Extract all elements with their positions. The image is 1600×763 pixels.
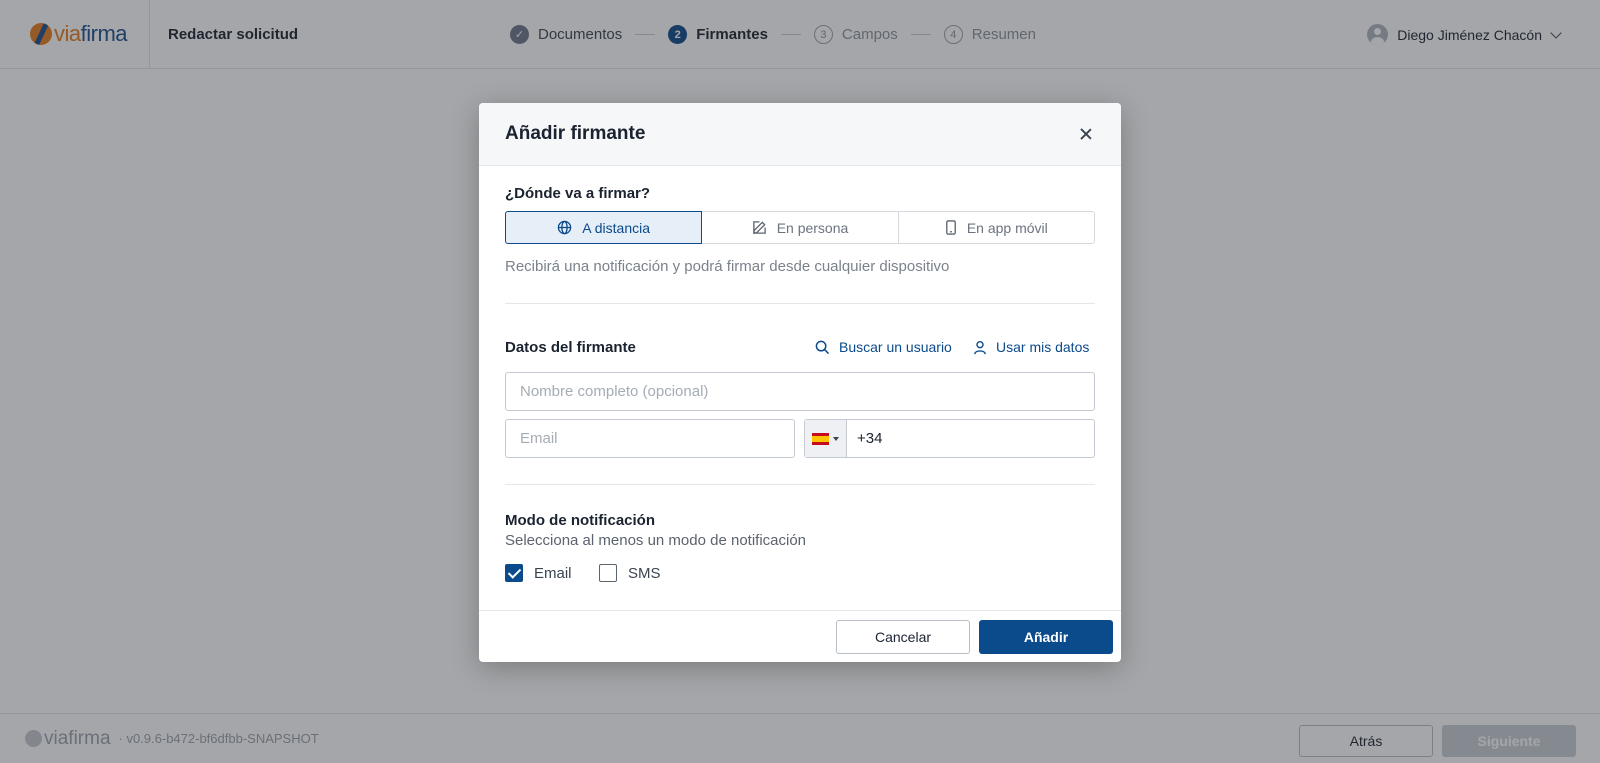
dialog-header: Añadir firmante <box>479 103 1121 166</box>
checkbox-checked-icon <box>505 564 523 582</box>
signing-location-label: ¿Dónde va a firmar? <box>505 185 651 202</box>
pencil-icon <box>752 221 766 234</box>
mobile-icon <box>945 220 956 235</box>
mode-mobile-app-option[interactable]: En app móvil <box>899 212 1094 243</box>
checkbox-label: SMS <box>628 564 661 582</box>
sms-notification-checkbox[interactable]: SMS <box>599 564 661 582</box>
user-icon <box>974 340 986 354</box>
mode-label: A distancia <box>582 219 651 236</box>
mode-label: En app móvil <box>966 219 1048 236</box>
notification-mode-label: Modo de notificación <box>505 512 655 529</box>
dialog-footer: Cancelar Añadir <box>479 610 1121 662</box>
signing-mode-selector: A distancia En persona En app móvil <box>505 211 1095 244</box>
mode-in-person-option[interactable]: En persona <box>702 212 899 243</box>
country-selector[interactable] <box>805 420 847 457</box>
notification-mode-hint: Selecciona al menos un modo de notificac… <box>505 532 807 549</box>
search-user-label: Buscar un usuario <box>839 339 952 355</box>
dialog-title: Añadir firmante <box>505 123 646 144</box>
caret-down-icon <box>833 436 839 441</box>
checkbox-unchecked-icon <box>599 564 617 582</box>
phone-input[interactable] <box>847 420 1094 457</box>
use-my-data-link[interactable]: Usar mis datos <box>973 339 1089 355</box>
add-button[interactable]: Añadir <box>979 620 1113 654</box>
section-divider <box>505 484 1095 485</box>
full-name-input[interactable] <box>505 372 1095 411</box>
search-icon <box>815 340 830 354</box>
spain-flag-icon <box>812 432 829 445</box>
mode-label: En persona <box>776 219 849 236</box>
close-icon[interactable] <box>1077 125 1095 143</box>
cancel-button[interactable]: Cancelar <box>836 620 970 654</box>
mode-remote-option[interactable]: A distancia <box>505 211 703 244</box>
add-signer-dialog: Añadir firmante ¿Dónde va a firmar? A di… <box>479 103 1121 662</box>
globe-icon <box>558 220 572 235</box>
search-user-link[interactable]: Buscar un usuario <box>815 339 952 355</box>
email-notification-checkbox[interactable]: Email <box>505 564 572 582</box>
mode-hint-text: Recibirá una notificación y podrá firmar… <box>505 258 950 275</box>
use-my-data-label: Usar mis datos <box>996 339 1090 355</box>
email-input[interactable] <box>505 419 795 458</box>
checkbox-label: Email <box>534 564 572 582</box>
phone-field <box>804 419 1095 458</box>
section-divider <box>505 303 1095 304</box>
signer-data-label: Datos del firmante <box>505 339 636 356</box>
